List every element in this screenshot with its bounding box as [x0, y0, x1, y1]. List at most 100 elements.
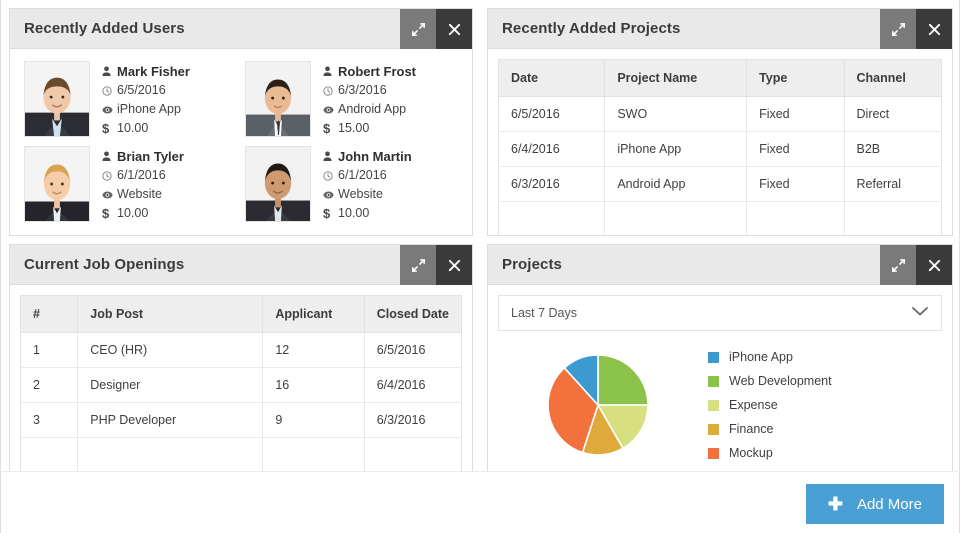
column-header-project-name: Project Name: [605, 60, 747, 97]
panel-recently-added-projects: Recently Added Projects: [487, 8, 953, 236]
panel-header: Recently Added Projects: [488, 9, 952, 49]
table-row[interactable]: 6/5/2016 SWO Fixed Direct: [499, 97, 942, 132]
user-amount: 10.00: [117, 204, 148, 223]
table-row[interactable]: 1 CEO (HR) 12 6/5/2016: [21, 333, 462, 368]
clock-icon: [323, 171, 338, 181]
add-more-button[interactable]: ✚ Add More: [806, 484, 944, 524]
user-source: iPhone App: [117, 100, 181, 119]
user-name-line: Robert Frost: [323, 62, 416, 81]
legend-label: Expense: [729, 398, 778, 412]
panel-header-buttons: [880, 245, 952, 285]
user-source-line: Website: [102, 185, 184, 204]
panel-title: Current Job Openings: [10, 256, 184, 273]
cell-date: 6/3/2016: [499, 167, 605, 202]
users-grid: Mark Fisher 6/5/2016: [20, 59, 462, 229]
clock-icon: [102, 171, 117, 181]
user-name-line: John Martin: [323, 147, 412, 166]
table-header-row: Date Project Name Type Channel: [499, 60, 942, 97]
user-icon: [102, 66, 117, 77]
panel-header: Recently Added Users: [10, 9, 472, 49]
user-name: Robert Frost: [338, 62, 416, 81]
dollar-icon: $: [102, 119, 117, 138]
pie-slice-web-development[interactable]: [598, 355, 648, 405]
user-card[interactable]: John Martin 6/1/2016: [241, 144, 462, 229]
legend-swatch-icon: [708, 352, 719, 363]
add-more-label: Add More: [857, 496, 922, 513]
legend-item[interactable]: Web Development: [708, 369, 832, 393]
avatar: [24, 61, 90, 137]
table-row-empty: [21, 438, 462, 472]
table-row[interactable]: 2 Designer 16 6/4/2016: [21, 368, 462, 403]
user-date: 6/1/2016: [117, 166, 166, 185]
legend-item[interactable]: Finance: [708, 417, 832, 441]
close-icon[interactable]: [436, 245, 472, 285]
user-amount-line: $ 10.00: [102, 204, 184, 223]
cell-applicant: 16: [263, 368, 364, 403]
expand-arrows-icon[interactable]: [400, 9, 436, 49]
cell-project-name-link[interactable]: iPhone App: [605, 132, 747, 167]
user-source-line: Android App: [323, 100, 416, 119]
legend-swatch-icon: [708, 376, 719, 387]
cell-channel: Referral: [844, 167, 941, 202]
cell-empty: [21, 438, 78, 472]
panel-header-buttons: [880, 9, 952, 49]
clock-icon: [323, 86, 338, 96]
cell-date: 6/4/2016: [499, 132, 605, 167]
legend-item[interactable]: Expense: [708, 393, 832, 417]
user-icon: [323, 151, 338, 162]
table-row[interactable]: 6/3/2016 Android App Fixed Referral: [499, 167, 942, 202]
plus-icon: ✚: [828, 495, 843, 513]
expand-arrows-icon[interactable]: [880, 9, 916, 49]
expand-arrows-icon[interactable]: [400, 245, 436, 285]
avatar: [245, 146, 311, 222]
user-date-line: 6/5/2016: [102, 81, 190, 100]
cell-number: 3: [21, 403, 78, 438]
pie-chart-svg: [546, 353, 650, 457]
projects-chart-row: iPhone App Web Development Expense FinanceM…: [498, 331, 942, 465]
cell-project-name-link[interactable]: Android App: [605, 167, 747, 202]
close-icon[interactable]: [436, 9, 472, 49]
user-card[interactable]: Mark Fisher 6/5/2016: [20, 59, 241, 144]
user-card[interactable]: Brian Tyler 6/1/2016: [20, 144, 241, 229]
panel-body: Last 7 Days iPhone App Web Development Exp…: [488, 285, 952, 475]
legend-item[interactable]: Mockup: [708, 441, 832, 465]
table-row[interactable]: 3 PHP Developer 9 6/3/2016: [21, 403, 462, 438]
legend-label: iPhone App: [729, 350, 793, 364]
table-header-row: # Job Post Applicant Closed Date: [21, 296, 462, 333]
expand-arrows-icon[interactable]: [880, 245, 916, 285]
panel-title: Projects: [488, 256, 562, 273]
user-info: Mark Fisher 6/5/2016: [90, 61, 190, 138]
panel-projects-chart: Projects Last 7 Days: [487, 244, 953, 476]
user-name-line: Brian Tyler: [102, 147, 184, 166]
chart-legend: iPhone App Web Development Expense FinanceM…: [698, 345, 832, 465]
panel-body: Date Project Name Type Channel 6/5/2016 …: [488, 49, 952, 235]
column-header-channel: Channel: [844, 60, 941, 97]
cell-closed-date: 6/4/2016: [364, 368, 461, 403]
user-date-line: 6/1/2016: [323, 166, 412, 185]
panel-header: Projects: [488, 245, 952, 285]
close-icon[interactable]: [916, 245, 952, 285]
user-date-line: 6/1/2016: [102, 166, 184, 185]
legend-swatch-icon: [708, 424, 719, 435]
table-row[interactable]: 6/4/2016 iPhone App Fixed B2B: [499, 132, 942, 167]
job-openings-table: # Job Post Applicant Closed Date 1 CEO (…: [20, 295, 462, 472]
user-card[interactable]: Robert Frost 6/3/2016: [241, 59, 462, 144]
legend-item[interactable]: iPhone App: [708, 345, 832, 369]
user-amount-line: $ 10.00: [323, 204, 412, 223]
eye-icon: [323, 191, 338, 199]
cell-project-name-link[interactable]: SWO: [605, 97, 747, 132]
user-name-line: Mark Fisher: [102, 62, 190, 81]
cell-type: Fixed: [747, 132, 844, 167]
close-icon[interactable]: [916, 9, 952, 49]
pie-chart: [498, 353, 698, 457]
date-range-selected-value: Last 7 Days: [511, 306, 577, 320]
user-source: Website: [117, 185, 162, 204]
user-icon: [323, 66, 338, 77]
cell-empty: [499, 202, 605, 236]
cell-date: 6/5/2016: [499, 97, 605, 132]
legend-swatch-icon: [708, 448, 719, 459]
legend-label: Web Development: [729, 374, 832, 388]
date-range-select[interactable]: Last 7 Days: [498, 295, 942, 331]
cell-empty: [605, 202, 747, 236]
cell-channel: B2B: [844, 132, 941, 167]
